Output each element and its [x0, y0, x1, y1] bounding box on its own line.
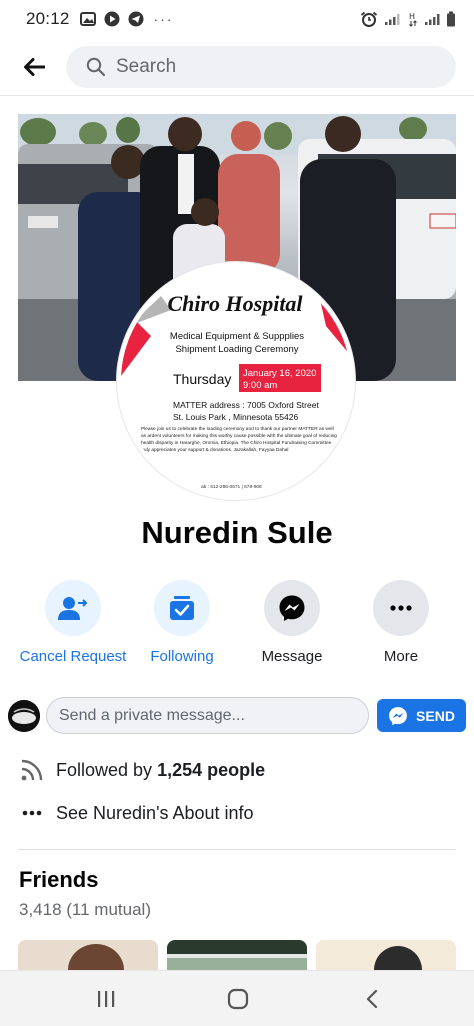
friend-photo: [18, 940, 158, 974]
more-circle: [373, 580, 429, 636]
messenger-icon-small: [389, 706, 407, 725]
search-icon: [86, 57, 106, 76]
profile-name: Nuredin Sule: [141, 515, 333, 550]
poster-phones: ab : 612-286-0671 | 678-908: [201, 484, 262, 490]
system-back-button[interactable]: [342, 981, 402, 1017]
following-circle: [154, 580, 210, 636]
message-circle: [264, 580, 320, 636]
about-row[interactable]: See Nuredin's About info: [0, 793, 474, 833]
private-message-row: Send a private message... SEND: [0, 694, 474, 738]
followers-count: 1,254 people: [157, 759, 266, 780]
send-button[interactable]: SEND: [377, 699, 466, 732]
friend-photo: [167, 940, 307, 974]
about-text: See Nuredin's About info: [56, 802, 254, 823]
alarm-icon: [360, 11, 378, 27]
poster-time: 9:00 am: [243, 380, 277, 391]
status-bar: 20:12 ··· H: [0, 0, 474, 38]
private-message-input[interactable]: Send a private message...: [46, 697, 369, 734]
following-label: Following: [150, 648, 214, 665]
dots-icon: [18, 810, 46, 816]
friends-count: 3,418 (11 mutual): [19, 900, 151, 919]
chevron-left-icon: [366, 989, 378, 1009]
poster-body: Please join us to celebrate the loading …: [141, 427, 337, 453]
recent-apps-button[interactable]: [76, 981, 136, 1017]
friend-tile[interactable]: [316, 940, 456, 974]
more-button[interactable]: More: [346, 580, 456, 665]
message-label: Message: [261, 648, 323, 665]
followers-row[interactable]: Followed by 1,254 people: [0, 750, 474, 790]
status-time: 20:12: [26, 9, 70, 28]
home-circle-icon: [227, 988, 249, 1010]
status-overflow: ···: [153, 11, 174, 27]
messenger-icon: [279, 595, 305, 621]
cancel-request-label: Cancel Request: [19, 648, 127, 665]
profile-actions: Cancel Request Following Message More: [0, 580, 474, 670]
poster-address1: MATTER address : 7005 Oxford Street: [173, 400, 319, 410]
top-header: Search: [0, 38, 474, 96]
section-divider: [18, 849, 456, 850]
signal-icon-2: [425, 14, 440, 25]
system-icons: H: [360, 11, 456, 27]
followers-text: Followed by 1,254 people: [56, 760, 265, 781]
search-input[interactable]: Search: [66, 45, 456, 88]
cancel-request-button[interactable]: Cancel Request: [18, 580, 128, 665]
friend-photo: [316, 940, 456, 974]
avatar-art: [8, 700, 40, 732]
poster-address2: St. Louis Park , Minnesota 55426: [173, 412, 298, 422]
poster-art: Chiro Hospital Medical Equipment & Suppp…: [121, 266, 351, 496]
back-button[interactable]: [12, 45, 56, 89]
system-nav-bar: [0, 970, 474, 1026]
home-button[interactable]: [208, 981, 268, 1017]
send-label: SEND: [416, 707, 455, 724]
arrow-left-icon: [24, 57, 45, 76]
poster-line1: Medical Equipment & Suppplies: [170, 331, 304, 342]
telegram-icon: [128, 11, 144, 27]
rss-icon: [18, 758, 46, 782]
poster-day: Thursday: [173, 371, 231, 387]
recent-apps-icon: [98, 991, 115, 1007]
followers-prefix: Followed by: [56, 759, 158, 780]
data-h-icon: H: [409, 12, 417, 27]
search-placeholder: Search: [116, 55, 177, 77]
battery-icon: [447, 11, 455, 27]
friend-tile[interactable]: [18, 940, 158, 974]
play-circle-icon: [104, 11, 120, 27]
cancel-request-circle: [45, 580, 101, 636]
notification-icons: [79, 11, 144, 27]
my-avatar[interactable]: [8, 700, 40, 732]
person-arrow-icon: [58, 597, 88, 620]
poster-title: Chiro Hospital: [167, 291, 303, 316]
following-button[interactable]: Following: [127, 580, 237, 665]
poster-date: January 16, 2020: [243, 368, 316, 379]
gallery-icon: [79, 12, 96, 26]
friend-tile[interactable]: [167, 940, 307, 974]
more-dots-icon: [390, 605, 412, 611]
signal-icon: [385, 14, 400, 25]
inbox-check-icon: [170, 596, 194, 620]
more-label: More: [383, 648, 419, 665]
friends-heading: Friends: [19, 867, 99, 892]
message-button[interactable]: Message: [237, 580, 347, 665]
poster-line2: Shipment Loading Ceremony: [175, 344, 298, 355]
profile-picture[interactable]: Chiro Hospital Medical Equipment & Suppp…: [117, 262, 355, 500]
svg-text:H: H: [409, 12, 415, 21]
